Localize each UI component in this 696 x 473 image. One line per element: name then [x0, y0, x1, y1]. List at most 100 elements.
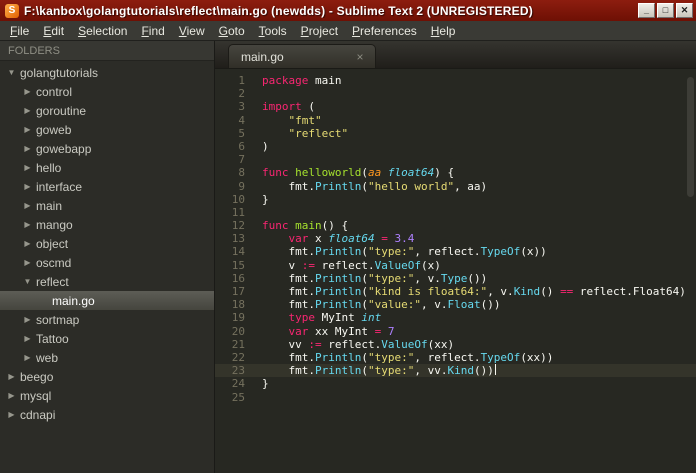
minimize-button[interactable]: _ [638, 3, 655, 18]
vertical-scrollbar[interactable] [686, 75, 695, 470]
tab-main-go[interactable]: main.go × [228, 44, 376, 68]
sidebar: FOLDERS ▼ golangtutorials ▶ control ▶ gorouti… [0, 41, 215, 473]
code-line-23[interactable]: 23 fmt.Println("type:", vv.Kind()) [215, 364, 696, 378]
code-text: fmt.Println("type:", reflect.TypeOf(xx)) [262, 350, 554, 364]
chevron-right-icon[interactable]: ▶ [21, 144, 34, 153]
folder-item-goroutine[interactable]: ▶ goroutine [0, 101, 214, 120]
code-line-9[interactable]: 9 fmt.Println("hello world", aa) [215, 180, 696, 193]
folder-item-oscmd[interactable]: ▶ oscmd [0, 253, 214, 272]
chevron-right-icon[interactable]: ▶ [21, 87, 34, 96]
code-line-17[interactable]: 17 fmt.Println("kind is float64:", v.Kin… [215, 285, 696, 298]
code-line-21[interactable]: 21 vv := reflect.ValueOf(xx) [215, 338, 696, 351]
folder-item-cdnapi[interactable]: ▶ cdnapi [0, 405, 214, 424]
chevron-right-icon[interactable]: ▶ [21, 220, 34, 229]
folder-item-control[interactable]: ▶ control [0, 82, 214, 101]
code-line-16[interactable]: 16 fmt.Println("type:", v.Type()) [215, 272, 696, 285]
tree-item-label: main.go [52, 293, 95, 308]
code-line-15[interactable]: 15 v := reflect.ValueOf(x) [215, 259, 696, 272]
folder-item-interface[interactable]: ▶ interface [0, 177, 214, 196]
menu-item-goto[interactable]: Goto [212, 22, 252, 40]
file-item-main.go[interactable]: main.go [0, 291, 214, 310]
folder-item-gowebapp[interactable]: ▶ gowebapp [0, 139, 214, 158]
chevron-right-icon[interactable]: ▶ [21, 106, 34, 115]
menu-item-file[interactable]: File [3, 22, 36, 40]
folder-item-sortmap[interactable]: ▶ sortmap [0, 310, 214, 329]
code-editor[interactable]: 1 package main 2 3 import (4 "fmt" 5 "reflect… [215, 69, 696, 473]
menu-item-view[interactable]: View [172, 22, 212, 40]
code-line-8[interactable]: 8 func helloworld(aa float64) { [215, 166, 696, 179]
code-line-1[interactable]: 1 package main [215, 74, 696, 87]
tree-item-label: goroutine [36, 103, 87, 118]
scrollbar-thumb[interactable] [687, 77, 694, 197]
line-number: 19 [231, 311, 245, 325]
code-text: fmt.Println("hello world", aa) [262, 179, 488, 193]
chevron-right-icon[interactable]: ▶ [21, 239, 34, 248]
window-titlebar[interactable]: S F:\kanbox\golangtutorials\reflect\main… [0, 0, 696, 21]
code-line-3[interactable]: 3 import ( [215, 100, 696, 113]
folder-item-tattoo[interactable]: ▶ Tattoo [0, 329, 214, 348]
chevron-down-icon[interactable]: ▼ [5, 68, 18, 77]
code-line-2[interactable]: 2 [215, 87, 696, 100]
chevron-right-icon[interactable]: ▶ [5, 391, 18, 400]
chevron-right-icon[interactable]: ▶ [21, 182, 34, 191]
chevron-right-icon[interactable]: ▶ [5, 410, 18, 419]
chevron-right-icon[interactable]: ▶ [21, 201, 34, 210]
code-line-13[interactable]: 13 var x float64 = 3.4 [215, 232, 696, 245]
folder-item-mango[interactable]: ▶ mango [0, 215, 214, 234]
code-line-12[interactable]: 12 func main() { [215, 219, 696, 232]
tree-item-label: golangtutorials [20, 65, 99, 80]
folder-item-beego[interactable]: ▶ beego [0, 367, 214, 386]
close-button[interactable]: ✕ [676, 3, 693, 18]
code-line-19[interactable]: 19 type MyInt int [215, 311, 696, 324]
menu-item-selection[interactable]: Selection [71, 22, 134, 40]
folder-item-object[interactable]: ▶ object [0, 234, 214, 253]
menu-item-preferences[interactable]: Preferences [345, 22, 424, 40]
code-line-7[interactable]: 7 [215, 153, 696, 166]
code-line-25[interactable]: 25 [215, 391, 696, 404]
folder-item-golangtutorials[interactable]: ▼ golangtutorials [0, 63, 214, 82]
tree-item-label: mysql [20, 388, 52, 403]
maximize-button[interactable]: □ [657, 3, 674, 18]
code-text: fmt.Println("value:", v.Float()) [262, 298, 501, 312]
folder-item-goweb[interactable]: ▶ goweb [0, 120, 214, 139]
folder-item-reflect[interactable]: ▼ reflect [0, 272, 214, 291]
tree-item-label: gowebapp [36, 141, 92, 156]
window-controls: _ □ ✕ [638, 3, 693, 18]
menu-item-project[interactable]: Project [294, 22, 345, 40]
code-text: package main [262, 74, 342, 87]
line-number: 2 [238, 87, 245, 101]
chevron-right-icon[interactable]: ▶ [21, 163, 34, 172]
code-text: ) [262, 139, 269, 153]
code-text: func main() { [262, 219, 349, 233]
code-line-24[interactable]: 24} [215, 377, 696, 390]
chevron-right-icon[interactable]: ▶ [5, 372, 18, 381]
code-text: } [262, 192, 269, 206]
chevron-right-icon[interactable]: ▶ [21, 258, 34, 267]
folder-item-main[interactable]: ▶ main [0, 196, 214, 215]
code-line-11[interactable]: 11 [215, 206, 696, 219]
folder-item-hello[interactable]: ▶ hello [0, 158, 214, 177]
code-line-4[interactable]: 4 "fmt" [215, 114, 696, 127]
folder-item-mysql[interactable]: ▶ mysql [0, 386, 214, 405]
tab-close-icon[interactable]: × [353, 50, 367, 64]
folder-item-web[interactable]: ▶ web [0, 348, 214, 367]
chevron-right-icon[interactable]: ▶ [21, 125, 34, 134]
code-line-6[interactable]: 6) [215, 140, 696, 153]
chevron-right-icon[interactable]: ▶ [21, 353, 34, 362]
code-line-14[interactable]: 14 fmt.Println("type:", reflect.TypeOf(x… [215, 245, 696, 258]
chevron-right-icon[interactable]: ▶ [21, 334, 34, 343]
code-line-5[interactable]: 5 "reflect" [215, 127, 696, 140]
menu-item-help[interactable]: Help [424, 22, 463, 40]
app-icon: S [5, 3, 19, 18]
code-line-22[interactable]: 22 fmt.Println("type:", reflect.TypeOf(x… [215, 351, 696, 364]
chevron-right-icon[interactable]: ▶ [21, 315, 34, 324]
chevron-down-icon[interactable]: ▼ [21, 277, 34, 286]
menu-item-tools[interactable]: Tools [252, 22, 294, 40]
code-line-20[interactable]: 20 var xx MyInt = 7 [215, 325, 696, 338]
code-text: fmt.Println("type:", reflect.TypeOf(x)) [262, 245, 547, 259]
code-line-18[interactable]: 18 fmt.Println("value:", v.Float()) [215, 298, 696, 311]
menu-item-find[interactable]: Find [134, 22, 171, 40]
menu-item-edit[interactable]: Edit [36, 22, 71, 40]
code-text: fmt.Println("type:", v.Type()) [262, 271, 488, 285]
code-line-10[interactable]: 10} [215, 193, 696, 206]
